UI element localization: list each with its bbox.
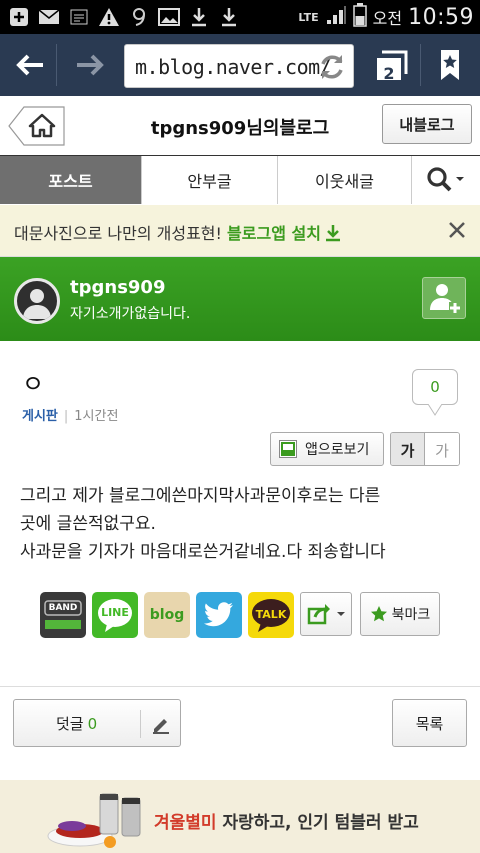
- comments-button[interactable]: 덧글 0: [13, 699, 181, 747]
- bookmark-button[interactable]: 북마크: [360, 592, 440, 636]
- warning-icon: [98, 6, 120, 28]
- post-body-line: 사과문을 기자가 마음대로쓴거같네요.다 죄송합니다: [20, 542, 386, 562]
- download-icon: [188, 6, 210, 28]
- my-blog-button[interactable]: 내블로그: [382, 104, 472, 144]
- download-icon-2: [218, 6, 240, 28]
- notification-icons: [8, 6, 240, 28]
- list-button[interactable]: 목록: [392, 699, 467, 747]
- battery-icon: [352, 3, 367, 31]
- reload-icon[interactable]: [317, 52, 347, 82]
- view-in-app-label: 앱으로보기: [305, 442, 370, 458]
- tab-posts[interactable]: 포스트: [0, 156, 142, 204]
- tab-guestbook[interactable]: 안부글: [142, 156, 278, 204]
- ampm: 오전: [372, 9, 403, 28]
- add-notification-icon: [8, 6, 30, 28]
- font-size-large-button[interactable]: 가: [391, 433, 426, 465]
- twitter-bird-icon: [204, 602, 233, 627]
- share-band-button[interactable]: BAND: [40, 592, 86, 638]
- promo-text: 대문사진으로 나만의 개성표현!: [14, 224, 222, 243]
- post-body-line: 곳에 글쓴적없구요.: [20, 514, 156, 534]
- blog-header: tpgns909님의블로그 내블로그: [0, 96, 480, 156]
- download-icon: [325, 225, 340, 242]
- post-title: ㅇ: [22, 370, 45, 398]
- star-icon: [370, 606, 387, 622]
- back-button[interactable]: [10, 46, 50, 84]
- app-promo-banner: 대문사진으로 나만의 개성표현! 블로그앱 설치: [0, 205, 480, 257]
- like-bubble-tail: [428, 404, 442, 416]
- ad-message: 자랑하고, 인기 텀블러 받고: [216, 813, 419, 833]
- add-user-icon: [430, 284, 461, 314]
- gallery-icon: [158, 6, 180, 28]
- add-neighbor-button[interactable]: [422, 277, 466, 319]
- browser-toolbar: m.blog.naver.com/ 2: [0, 34, 480, 96]
- share-bar: BAND LINE blog TALK 북마크: [40, 592, 450, 638]
- comment-count: 0: [87, 715, 98, 733]
- share-blog-button[interactable]: blog: [144, 592, 190, 638]
- profile-bar: tpgns909 자기소개가없습니다.: [0, 257, 480, 341]
- number-9-icon: [128, 6, 150, 28]
- post-body-line: 그리고 제가 블로그에쓴마지막사과문이후로는 다른: [20, 486, 381, 506]
- install-app-link[interactable]: 블로그앱 설치: [227, 224, 342, 243]
- ad-highlight: 겨울별미: [154, 813, 217, 833]
- close-icon[interactable]: [446, 219, 468, 241]
- user-silhouette-icon: [23, 289, 51, 319]
- share-arrow-icon: [307, 604, 345, 625]
- profile-name[interactable]: tpgns909: [70, 277, 165, 298]
- promo-text-line: 대문사진으로 나만의 개성표현! 블로그앱 설치: [14, 220, 342, 244]
- signal-icon: [325, 4, 347, 30]
- font-size-small-button[interactable]: 가: [425, 433, 459, 465]
- avatar[interactable]: [14, 278, 60, 324]
- font-size-toggle: 가 가: [390, 432, 460, 466]
- network-type: LTE: [298, 10, 319, 24]
- install-app-label: 블로그앱 설치: [227, 224, 321, 243]
- share-more-button[interactable]: [300, 592, 352, 636]
- post-category[interactable]: 게시판: [22, 409, 58, 424]
- tab-count: 2: [383, 64, 395, 83]
- band-label: BAND: [48, 603, 78, 613]
- comment-divider: [140, 710, 141, 738]
- mail-icon: [38, 6, 60, 28]
- share-twitter-button[interactable]: [196, 592, 242, 638]
- app-notification-icon: [68, 6, 90, 28]
- pencil-icon[interactable]: [150, 713, 172, 735]
- toolbar-divider: [420, 44, 421, 86]
- post-meta: 게시판 | 1시간전: [22, 405, 118, 424]
- search-button[interactable]: [412, 156, 480, 204]
- tab-neighbor-posts[interactable]: 이웃새글: [278, 156, 412, 204]
- blog-app-icon: [279, 440, 297, 458]
- band-icon: [44, 600, 82, 629]
- share-line-button[interactable]: LINE: [92, 592, 138, 638]
- search-icon: [427, 167, 464, 192]
- section-divider: [0, 686, 480, 687]
- forward-arrow-icon: [77, 54, 104, 76]
- address-bar[interactable]: m.blog.naver.com/: [124, 44, 354, 88]
- status-bar: LTE 오전 10:59: [0, 0, 480, 34]
- back-arrow-icon: [16, 54, 43, 76]
- clock: 10:59: [408, 4, 474, 30]
- ad-banner[interactable]: 겨울별미 자랑하고, 인기 텀블러 받고: [0, 780, 480, 853]
- blog-label: blog: [149, 607, 185, 623]
- url-text: m.blog.naver.com/: [135, 55, 332, 79]
- bookmark-label: 북마크: [391, 607, 431, 623]
- comment-label: 덧글: [56, 715, 84, 733]
- bookmark-star-icon: [441, 50, 459, 80]
- share-kakaotalk-button[interactable]: TALK: [248, 592, 294, 638]
- forward-button[interactable]: [70, 46, 110, 84]
- comment-label-group: 덧글 0: [56, 713, 97, 734]
- nav-divider: [56, 44, 57, 86]
- talk-label: TALK: [255, 608, 287, 621]
- like-button[interactable]: 0: [412, 369, 458, 405]
- post-body: 그리고 제가 블로그에쓴마지막사과문이후로는 다른 곳에 글쓴적없구요. 사과문…: [20, 482, 465, 566]
- profile-description: 자기소개가없습니다.: [70, 306, 191, 322]
- view-in-app-button[interactable]: 앱으로보기: [270, 432, 384, 466]
- tabs-button[interactable]: 2: [372, 46, 412, 84]
- bookmark-page-button[interactable]: [430, 46, 470, 84]
- blog-tabs: 포스트 안부글 이웃새글: [0, 156, 480, 204]
- post-time: 1시간전: [74, 409, 119, 424]
- meta-divider: |: [63, 409, 69, 424]
- ad-text: 겨울별미 자랑하고, 인기 텀블러 받고: [154, 808, 419, 833]
- line-label: LINE: [101, 606, 129, 619]
- tumbler-illustration: [47, 793, 141, 848]
